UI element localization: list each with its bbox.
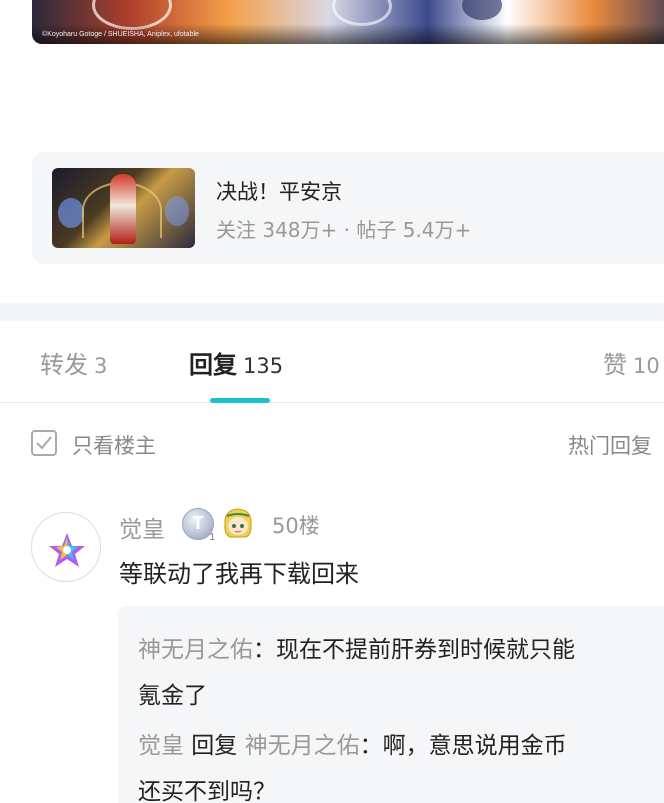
sub-reply: 觉皇 回复 神无月之佑：啊，意思说用金币	[138, 726, 567, 760]
tab-repost-label: 转发	[40, 351, 88, 379]
thumbnail-decoration	[165, 196, 189, 226]
tab-reply-count: 135	[243, 354, 284, 378]
topic-card[interactable]: 决战！平安京 关注 348万+ · 帖子 5.4万+	[32, 152, 664, 264]
promo-banner-image[interactable]: ©Koyoharu Gotoge / SHUEISHA, Aniplex, uf…	[32, 0, 664, 44]
thumbnail-character	[110, 174, 136, 244]
sub-reply-continued: 还买不到吗？	[138, 772, 276, 803]
tab-like[interactable]: 赞 10	[603, 345, 660, 380]
banner-credit: ©Koyoharu Gotoge / SHUEISHA, Aniplex, uf…	[42, 31, 199, 38]
floor-number: 50楼	[272, 514, 320, 538]
tab-like-count: 10	[633, 354, 660, 378]
badge-letter: T	[192, 513, 204, 533]
reply-verb: 回复	[184, 733, 245, 759]
sort-hot-replies[interactable]: 热门回复	[568, 430, 652, 460]
tab-reply[interactable]: 回复 135	[189, 345, 283, 380]
level-badge-icon: T 1	[182, 508, 215, 543]
comment-body[interactable]: 等联动了我再下载回来	[119, 554, 359, 589]
topic-thumbnail	[52, 168, 195, 248]
active-tab-indicator	[210, 398, 270, 403]
sub-replies-box[interactable]: 神无月之佑：现在不提前肝券到时候就只能 氪金了 觉皇 回复 神无月之佑：啊，意思…	[118, 606, 664, 803]
topic-title: 决战！平安京	[216, 180, 342, 204]
star-avatar-icon	[49, 533, 85, 567]
reply-text: 还买不到吗？	[138, 779, 276, 803]
character-badge-icon	[224, 508, 252, 538]
avatar[interactable]	[31, 512, 101, 582]
banner-decoration	[462, 0, 502, 20]
tab-like-label: 赞	[603, 351, 627, 379]
banner-decoration	[332, 0, 392, 26]
tab-repost-count: 3	[94, 354, 108, 378]
sub-reply: 神无月之佑：现在不提前肝券到时候就只能	[138, 630, 575, 664]
tab-reply-label: 回复	[189, 351, 237, 379]
only-op-label[interactable]: 只看楼主	[72, 430, 156, 460]
interaction-tabs: 转发 3 回复 135 赞 10	[0, 321, 664, 403]
comment-item: 觉皇 T 1 50楼 等联动了我再下载回来 神无月之佑：现在不提前肝券到时候就只…	[0, 498, 664, 803]
reply-text: 氪金了	[138, 683, 207, 709]
reply-filter-bar: 只看楼主 热门回复	[0, 418, 664, 470]
reply-text: ：啊，意思说用金币	[359, 733, 567, 759]
section-divider	[0, 303, 664, 321]
reply-author[interactable]: 觉皇	[138, 733, 184, 759]
comment-author[interactable]: 觉皇	[119, 510, 165, 544]
topic-stats: 关注 348万+ · 帖子 5.4万+	[216, 218, 472, 242]
tab-repost[interactable]: 转发 3	[40, 345, 107, 380]
only-op-checkbox[interactable]	[31, 430, 57, 456]
sub-reply-continued: 氪金了	[138, 676, 207, 710]
check-icon	[36, 436, 52, 450]
badge-level: 1	[209, 532, 215, 543]
reply-text: ：现在不提前肝券到时候就只能	[253, 637, 575, 663]
reply-author[interactable]: 神无月之佑	[138, 637, 253, 663]
reply-target[interactable]: 神无月之佑	[245, 733, 360, 759]
thumbnail-decoration	[58, 198, 84, 228]
